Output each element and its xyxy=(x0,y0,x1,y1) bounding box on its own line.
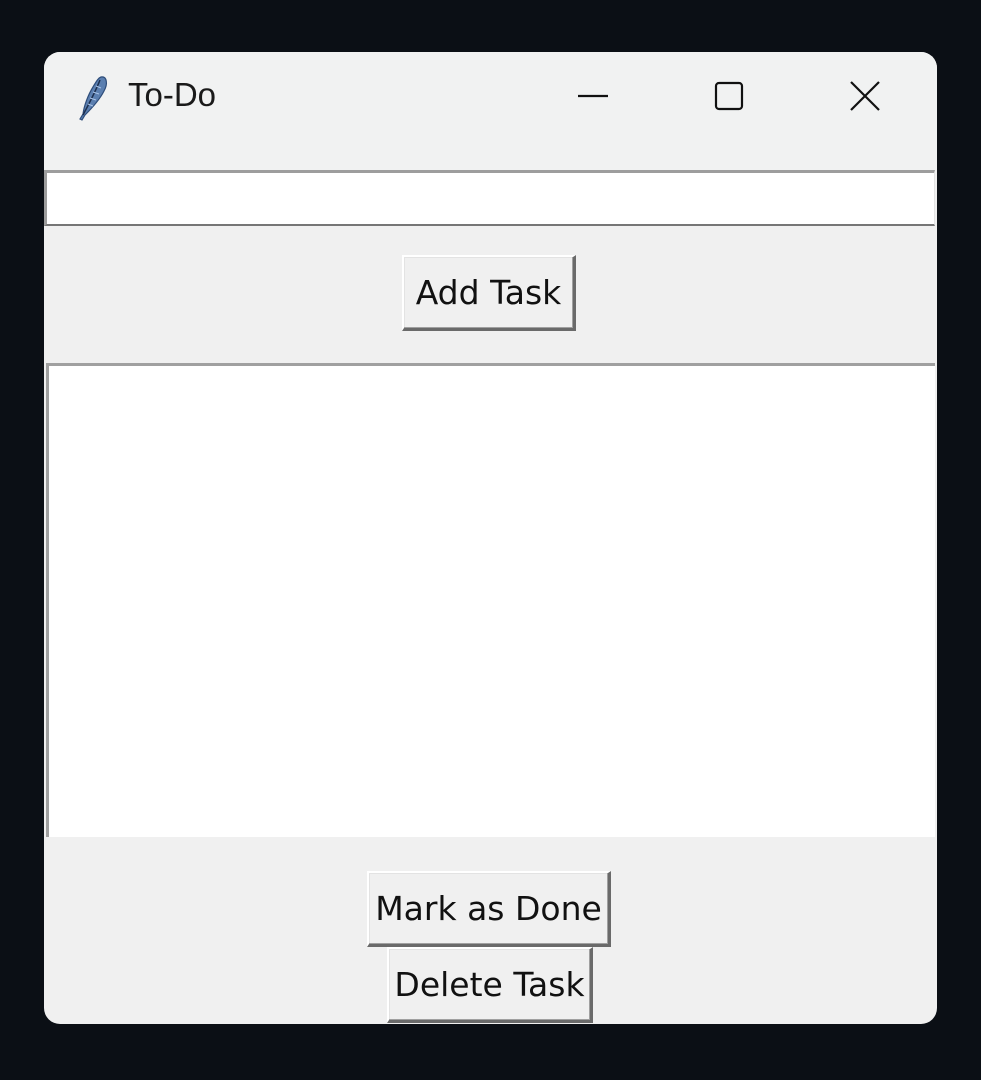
mark-as-done-button[interactable]: Mark as Done xyxy=(367,871,611,947)
add-task-button[interactable]: Add Task xyxy=(402,255,576,331)
minimize-button[interactable] xyxy=(528,52,658,144)
minimize-icon xyxy=(576,79,610,118)
maximize-button[interactable] xyxy=(664,52,794,144)
delete-task-button[interactable]: Delete Task xyxy=(387,947,593,1023)
close-icon xyxy=(848,79,882,118)
mark-as-done-button-label: Mark as Done xyxy=(375,889,602,928)
add-task-button-label: Add Task xyxy=(415,273,562,312)
maximize-icon xyxy=(712,79,746,118)
delete-task-button-label: Delete Task xyxy=(394,965,585,1004)
task-entry-field[interactable] xyxy=(44,170,935,226)
title-bar[interactable]: To-Do xyxy=(44,52,937,170)
todo-window: To-Do Add Task Mark as Done Delete Task xyxy=(44,52,937,1024)
close-button[interactable] xyxy=(800,52,930,144)
task-listbox[interactable] xyxy=(46,363,935,837)
window-title: To-Do xyxy=(128,76,217,113)
feather-icon xyxy=(76,74,110,122)
